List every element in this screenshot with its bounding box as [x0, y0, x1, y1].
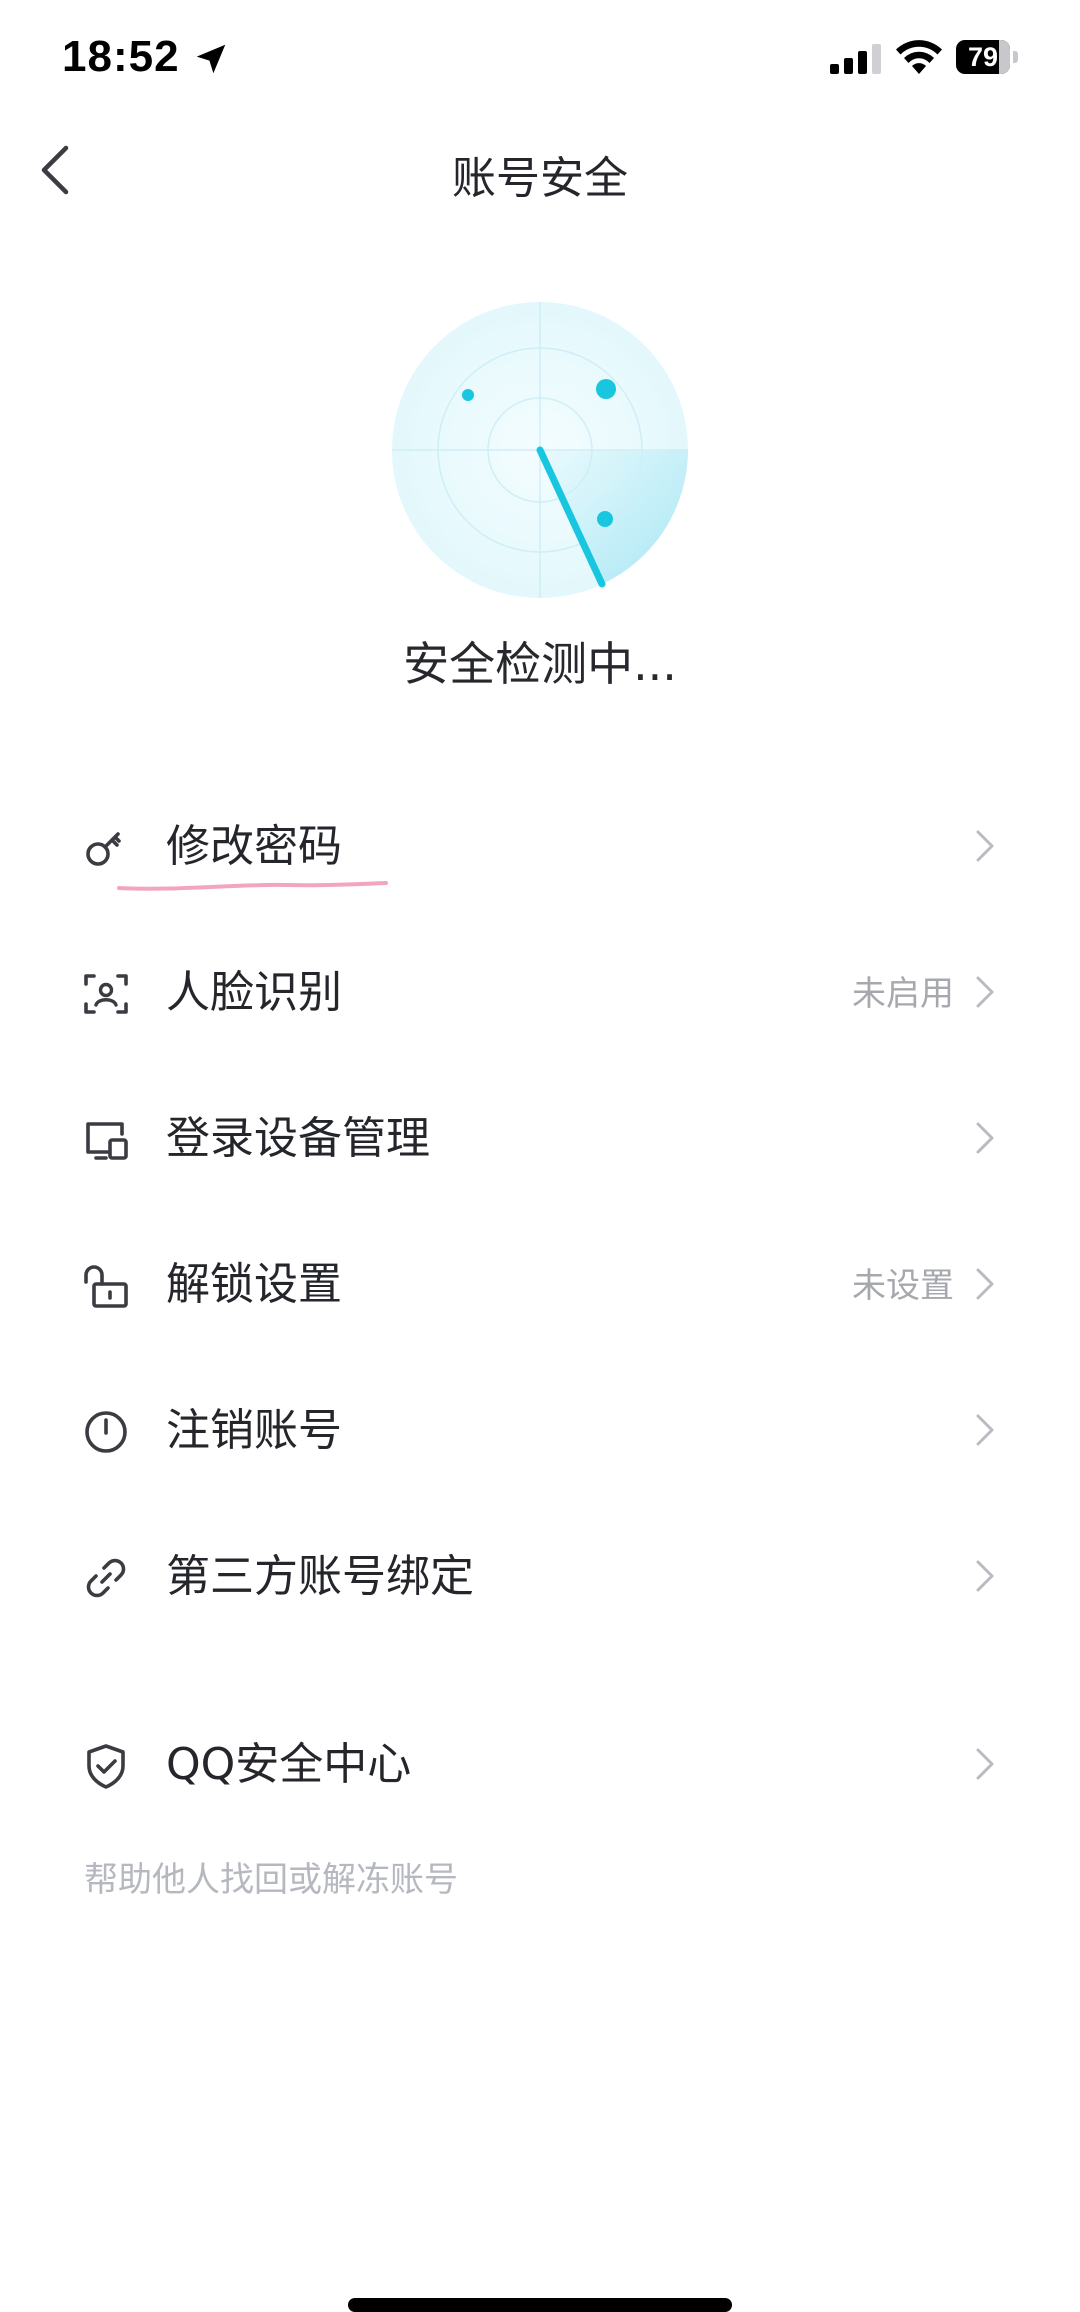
- radar-blip: [462, 389, 474, 401]
- menu-item-label: 登录设备管理: [166, 1113, 430, 1164]
- link-icon: [86, 1558, 126, 1598]
- battery-level: 79: [967, 42, 999, 72]
- shield-check-icon: [87, 1744, 125, 1789]
- battery-body: 79: [956, 40, 1010, 74]
- chevron-right-icon: [976, 1268, 994, 1300]
- page-title: 账号安全: [452, 153, 628, 204]
- chevron-right-icon: [976, 1560, 994, 1592]
- menu-item-status: 未启用: [852, 974, 954, 1014]
- menu-item-qq-security-center[interactable]: QQ安全中心: [0, 1704, 1080, 1824]
- battery-indicator: 79: [956, 40, 1020, 74]
- chevron-right-icon: [976, 830, 994, 862]
- home-indicator[interactable]: [348, 2298, 732, 2312]
- menu-item-face-recognition[interactable]: 人脸识别 未启用: [0, 932, 1080, 1052]
- face-scan-icon: [84, 974, 128, 1014]
- security-scan-radar: [392, 302, 688, 598]
- menu-item-label: 修改密码: [166, 821, 342, 872]
- menu-item-label: QQ安全中心: [166, 1739, 412, 1790]
- chevron-right-icon: [976, 1414, 994, 1446]
- radar-blip: [596, 379, 616, 399]
- menu-item-label: 解锁设置: [166, 1259, 342, 1310]
- menu-item-third-party-binding[interactable]: 第三方账号绑定: [0, 1516, 1080, 1636]
- unlock-icon: [84, 1265, 128, 1308]
- nav-bar: 账号安全: [0, 120, 1080, 224]
- devices-icon: [86, 1122, 128, 1160]
- power-icon: [85, 1411, 127, 1453]
- wifi-icon: [896, 40, 942, 74]
- menu-item-cancel-account[interactable]: 注销账号: [0, 1370, 1080, 1490]
- chevron-right-icon: [976, 976, 994, 1008]
- menu-item-label: 第三方账号绑定: [166, 1551, 474, 1602]
- chevron-right-icon: [976, 1748, 994, 1780]
- battery-cap: [1013, 51, 1018, 63]
- menu-item-label: 注销账号: [166, 1405, 342, 1456]
- chevron-right-icon: [976, 1122, 994, 1154]
- cellular-signal-icon: [830, 44, 881, 74]
- pink-underline-annotation: [117, 881, 388, 891]
- scan-status-text: 安全检测中...: [403, 637, 677, 691]
- key-icon: [86, 832, 121, 866]
- menu-item-label: 人脸识别: [166, 967, 342, 1018]
- status-time: 18:52: [62, 32, 180, 81]
- menu-item-unlock-settings[interactable]: 解锁设置 未设置: [0, 1224, 1080, 1344]
- help-others-recover-link[interactable]: 帮助他人找回或解冻账号: [84, 1858, 458, 1902]
- radar-blip: [597, 511, 613, 527]
- status-bar: 18:52 79: [0, 0, 1080, 120]
- menu-item-status: 未设置: [852, 1266, 954, 1306]
- menu-item-login-devices[interactable]: 登录设备管理: [0, 1078, 1080, 1198]
- location-arrow-icon: [196, 44, 226, 74]
